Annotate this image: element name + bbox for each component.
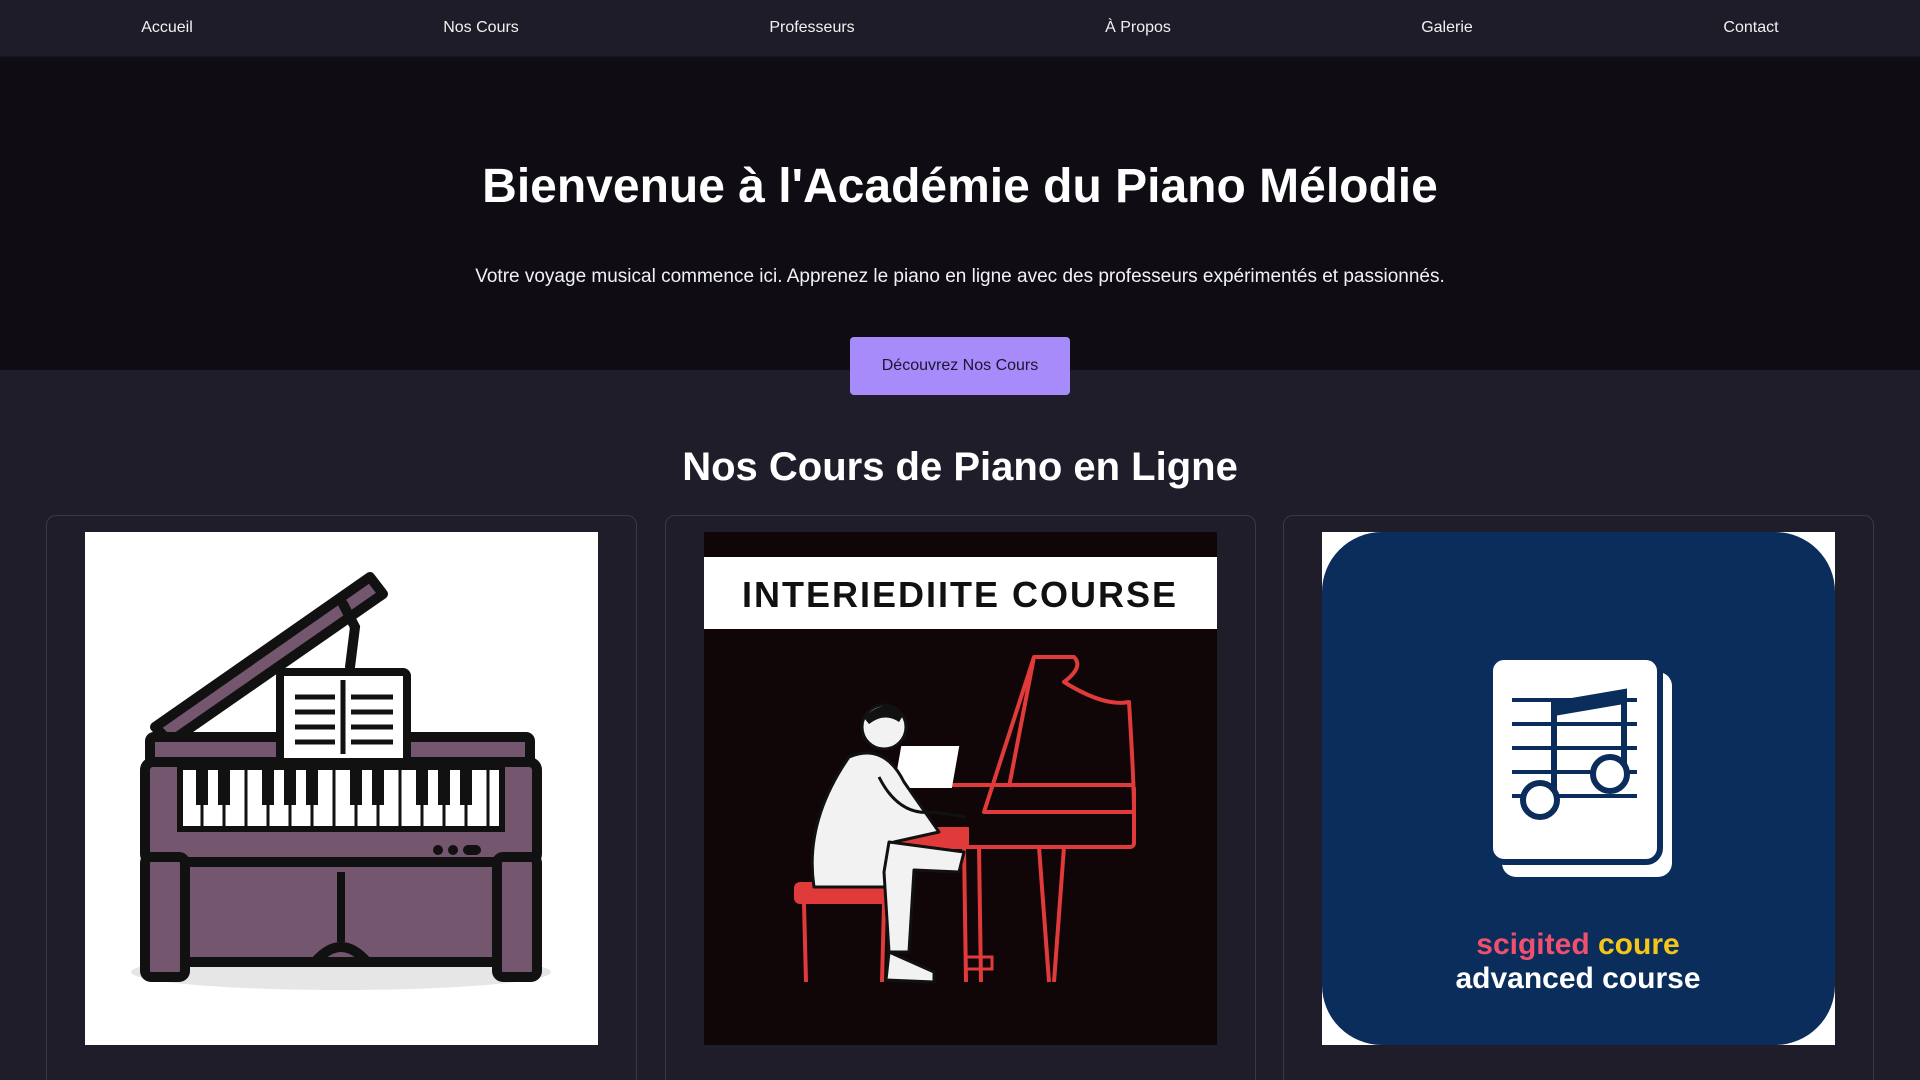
nav-link-a-propos[interactable]: À Propos	[1105, 0, 1171, 57]
course-card-advanced[interactable]: scigited coure advanced course	[1283, 515, 1874, 1080]
nav-link-nos-cours[interactable]: Nos Cours	[443, 0, 519, 57]
upright-piano-illustration	[85, 532, 598, 1045]
hero-title: Bienvenue à l'Académie du Piano Mélodie	[482, 160, 1438, 213]
intermediate-course-image: INTERIEDIITE COURSE	[704, 532, 1217, 1045]
hero-section: Bienvenue à l'Académie du Piano Mélodie …	[0, 57, 1920, 395]
advanced-caption-bottom: advanced course	[1455, 962, 1700, 995]
nav-link-professeurs[interactable]: Professeurs	[769, 0, 854, 57]
hero-subtitle: Votre voyage musical commence ici. Appre…	[475, 266, 1445, 287]
nav-link-accueil[interactable]: Accueil	[141, 0, 193, 57]
pianist-grand-piano-illustration: INTERIEDIITE COURSE	[704, 532, 1217, 1045]
advanced-course-image: scigited coure advanced course	[1322, 532, 1835, 1045]
course-card-intermediate[interactable]: INTERIEDIITE COURSE	[665, 515, 1256, 1080]
courses-section: Nos Cours de Piano en Ligne INTERIEDIITE…	[0, 370, 1920, 1080]
upright-piano-image	[85, 532, 598, 1045]
top-nav: Accueil Nos Cours Professeurs À Propos G…	[0, 0, 1920, 57]
course-card-beginner[interactable]	[46, 515, 637, 1080]
courses-title: Nos Cours de Piano en Ligne	[682, 445, 1238, 489]
sheet-music-icon: scigited coure advanced course	[1322, 532, 1835, 1045]
nav-link-contact[interactable]: Contact	[1723, 0, 1778, 57]
course-banner-text: INTERIEDIITE COURSE	[742, 574, 1178, 615]
nav-link-galerie[interactable]: Galerie	[1421, 0, 1473, 57]
advanced-caption-top: scigited coure	[1476, 928, 1679, 961]
